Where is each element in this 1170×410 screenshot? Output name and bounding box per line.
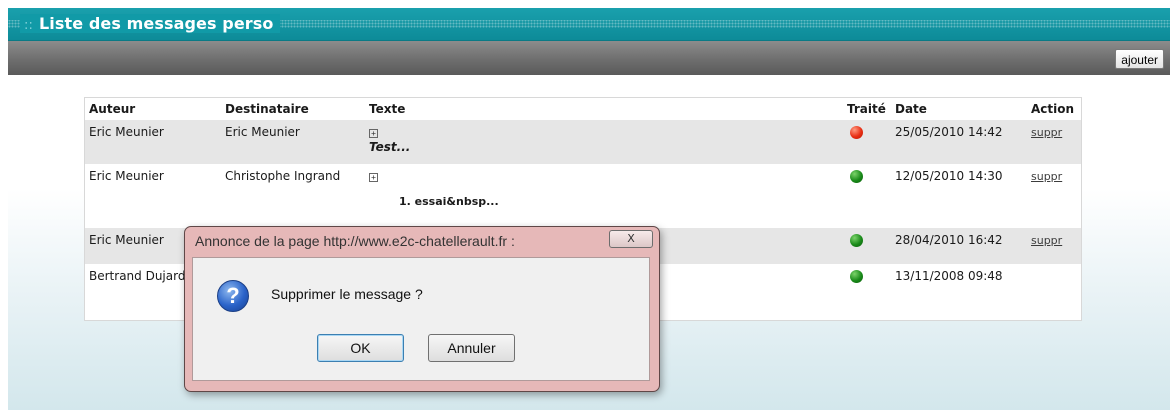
- col-header-text: Texte: [365, 98, 843, 120]
- cell-status: [843, 264, 891, 320]
- cell-date: 13/11/2008 09:48: [895, 269, 1003, 283]
- cell-text: + Test...: [365, 120, 843, 164]
- cancel-button[interactable]: Annuler: [428, 334, 515, 362]
- close-icon[interactable]: X: [609, 230, 653, 248]
- ok-button[interactable]: OK: [317, 334, 404, 362]
- page-title: :: Liste des messages perso: [20, 14, 280, 33]
- cell-recipient: Eric Meunier: [221, 120, 365, 164]
- page-title-text: Liste des messages perso: [38, 14, 274, 33]
- page-header: :: Liste des messages perso: [8, 8, 1170, 41]
- cell-date: 25/05/2010 14:42: [891, 120, 1027, 164]
- cell-status: [843, 228, 891, 264]
- toolbar: ajouter: [8, 41, 1170, 75]
- col-header-status: Traité: [843, 98, 891, 120]
- status-red-icon: [850, 126, 863, 139]
- cell-author: Eric Meunier: [85, 120, 221, 164]
- expand-icon[interactable]: +: [369, 173, 378, 182]
- question-icon: ?: [217, 280, 249, 312]
- col-header-action: Action: [1027, 98, 1081, 120]
- cell-text: + 1. essai&nbsp...: [365, 164, 843, 228]
- cell-action: suppr: [1027, 228, 1081, 264]
- message-snippet: Test...: [369, 140, 411, 154]
- header-prefix: ::: [24, 18, 33, 33]
- table-header-row: Auteur Destinataire Texte Traité Date Ac…: [85, 98, 1081, 120]
- cell-date: 12/05/2010 14:30: [895, 169, 1003, 183]
- col-header-date: Date: [891, 98, 1027, 120]
- table-row: Eric Meunier Eric Meunier + Test... 25/0…: [85, 120, 1081, 164]
- table-row: Eric Meunier Christophe Ingrand + 1. ess…: [85, 164, 1081, 228]
- status-green-icon: [850, 234, 863, 247]
- col-header-recipient: Destinataire: [221, 98, 365, 120]
- delete-link[interactable]: suppr: [1031, 126, 1062, 139]
- cell-status: [843, 164, 891, 228]
- dialog-message: Supprimer le message ?: [271, 286, 423, 302]
- delete-link[interactable]: suppr: [1031, 234, 1062, 247]
- dialog-body: ? Supprimer le message ? OK Annuler: [192, 257, 650, 381]
- expand-icon[interactable]: +: [369, 129, 378, 138]
- dialog-title: Annonce de la page http://www.e2c-chatel…: [195, 233, 515, 249]
- cell-action: suppr: [1027, 120, 1081, 164]
- message-snippet: 1. essai&nbsp...: [399, 195, 499, 208]
- col-header-author: Auteur: [85, 98, 221, 120]
- add-button[interactable]: ajouter: [1115, 49, 1164, 69]
- cell-status: [843, 120, 891, 164]
- status-green-icon: [850, 270, 863, 283]
- cell-author: Eric Meunier: [89, 169, 164, 183]
- cell-recipient: Christophe Ingrand: [225, 169, 341, 183]
- delete-link[interactable]: suppr: [1031, 170, 1062, 183]
- cell-action: suppr: [1027, 164, 1081, 228]
- cell-action: [1027, 264, 1081, 320]
- status-green-icon: [850, 170, 863, 183]
- cell-date: 28/04/2010 16:42: [891, 228, 1027, 264]
- confirm-dialog: Annonce de la page http://www.e2c-chatel…: [184, 226, 660, 392]
